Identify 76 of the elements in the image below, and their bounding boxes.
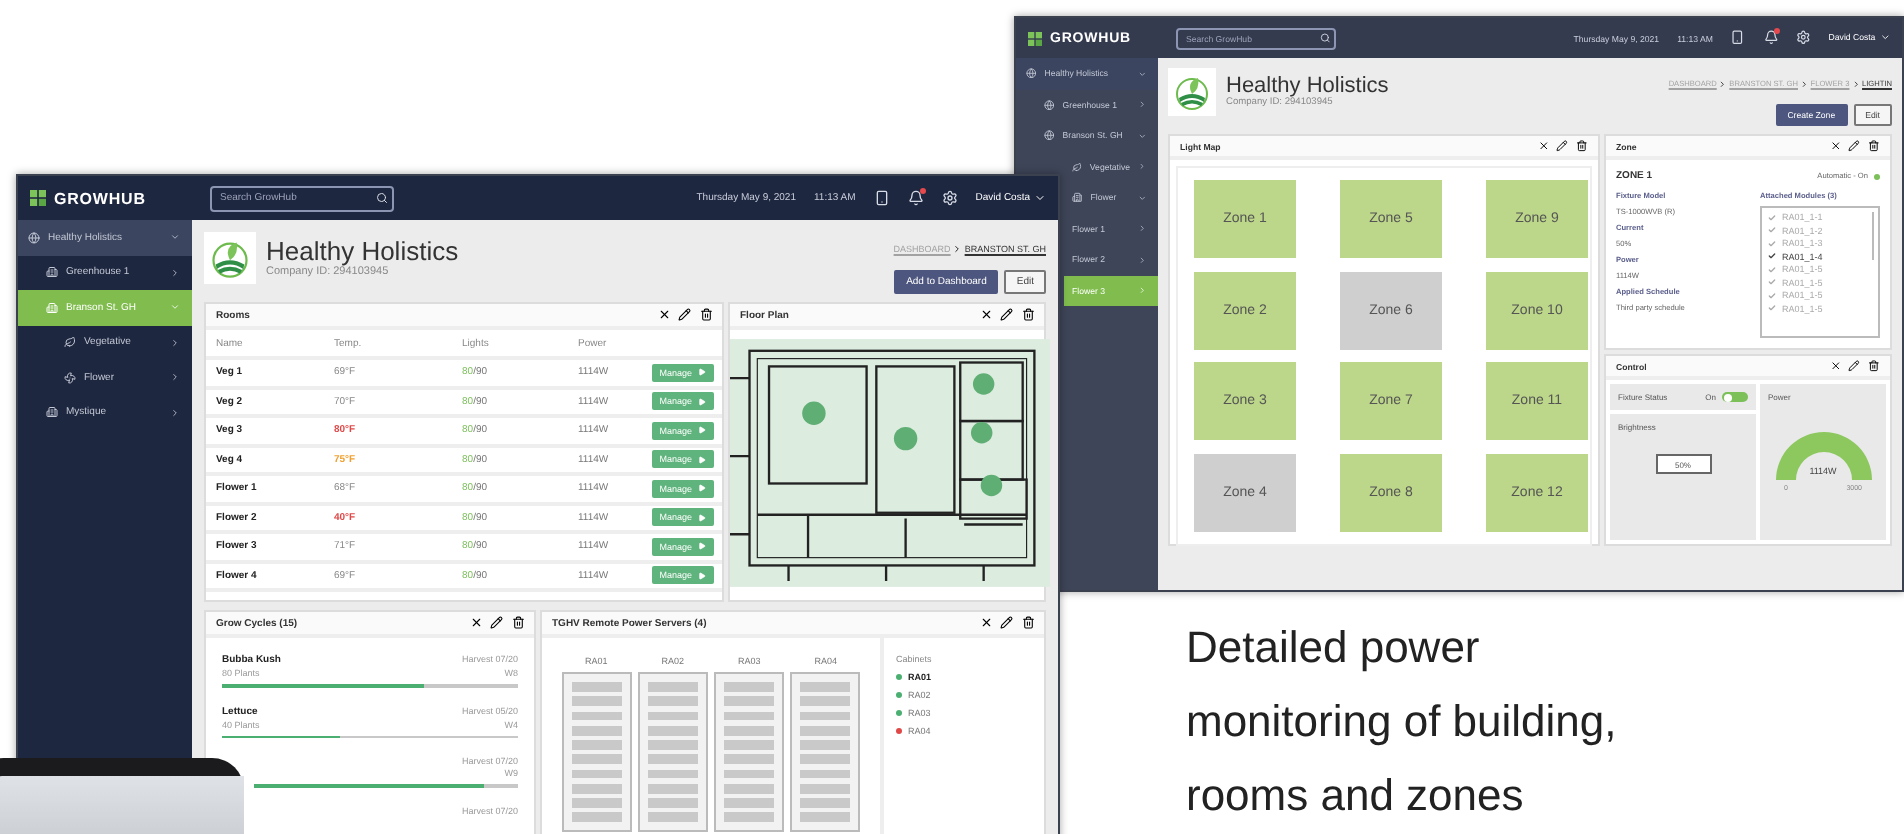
chevron-down-icon (1137, 69, 1146, 78)
trash-icon[interactable] (1576, 140, 1588, 153)
chevron-right-icon (1718, 80, 1728, 89)
chevron-right-icon (1137, 286, 1146, 295)
play-icon (698, 571, 706, 580)
close-icon[interactable] (657, 308, 670, 322)
chevron-right-icon (170, 267, 180, 278)
trash-icon[interactable] (699, 308, 712, 322)
edit-icon[interactable] (678, 308, 691, 322)
chevron-right-icon (170, 337, 180, 348)
edit-icon[interactable] (1000, 308, 1013, 322)
toggle-switch[interactable] (1722, 392, 1748, 403)
phone-icon[interactable] (1730, 30, 1746, 46)
chevron-down-icon (170, 232, 180, 243)
globe-icon (1044, 99, 1055, 110)
company-name: Healthy Holistics (1226, 74, 1391, 98)
trash-icon[interactable] (1868, 140, 1880, 153)
close-icon[interactable] (1537, 140, 1549, 153)
chevron-down-icon (1137, 131, 1146, 140)
scrollbar[interactable] (1871, 212, 1874, 261)
edit-icon[interactable] (1556, 140, 1569, 153)
trash-icon[interactable] (1868, 360, 1880, 373)
gauge-drawing (1771, 426, 1875, 483)
edit-icon[interactable] (1848, 140, 1861, 153)
search-icon (1319, 32, 1330, 44)
building-icon (46, 406, 58, 419)
brand-name: GROWHUB (54, 189, 146, 207)
bell-icon[interactable] (907, 190, 924, 206)
caret-icon (1879, 32, 1890, 44)
caret-icon (1034, 192, 1046, 204)
play-icon (698, 368, 706, 377)
grid-logo-icon (1028, 31, 1042, 45)
company-name: Healthy Holistics (266, 238, 461, 266)
phone-icon[interactable] (873, 190, 890, 206)
close-icon[interactable] (469, 616, 482, 630)
building-icon (46, 266, 58, 279)
play-icon (698, 484, 706, 493)
globe-icon (1026, 68, 1037, 79)
search-icon (376, 192, 388, 204)
play-icon (698, 513, 706, 522)
edit-icon[interactable] (1848, 360, 1861, 373)
chevron-right-icon (1137, 255, 1146, 264)
settings-icon[interactable] (941, 190, 958, 206)
chevron-right-icon (1800, 80, 1809, 89)
bell-icon[interactable] (1763, 30, 1778, 46)
play-icon (698, 455, 706, 464)
trash-icon[interactable] (511, 616, 524, 630)
close-icon[interactable] (979, 308, 992, 322)
trash-icon[interactable] (1021, 308, 1034, 322)
edit-icon[interactable] (1000, 616, 1013, 630)
globe-icon (28, 231, 40, 244)
play-icon (698, 397, 706, 406)
grid-logo-icon (30, 190, 46, 206)
building-icon (46, 301, 58, 314)
building-icon (1072, 192, 1083, 203)
chevron-right-icon (1137, 100, 1146, 109)
chevron-down-icon (1137, 193, 1146, 202)
play-icon (698, 426, 706, 435)
close-icon[interactable] (979, 616, 992, 630)
chevron-right-icon (170, 372, 180, 383)
close-icon[interactable] (1829, 140, 1841, 153)
play-icon (698, 542, 706, 551)
trash-icon[interactable] (1021, 616, 1034, 630)
leaf-icon (1072, 161, 1082, 172)
edit-icon[interactable] (490, 616, 503, 630)
fan-icon (64, 371, 76, 384)
tagline-text: Detailed power monitoring of building, rooms and zones (1186, 620, 1619, 824)
chevron-right-icon (952, 244, 963, 254)
chevron-right-icon (1137, 224, 1146, 233)
leaf-icon (64, 336, 76, 349)
close-icon[interactable] (1829, 360, 1841, 373)
chevron-down-icon (170, 302, 180, 313)
globe-icon (1044, 130, 1055, 141)
settings-icon[interactable] (1796, 30, 1811, 46)
chevron-right-icon (1851, 80, 1861, 89)
chevron-right-icon (170, 407, 180, 418)
